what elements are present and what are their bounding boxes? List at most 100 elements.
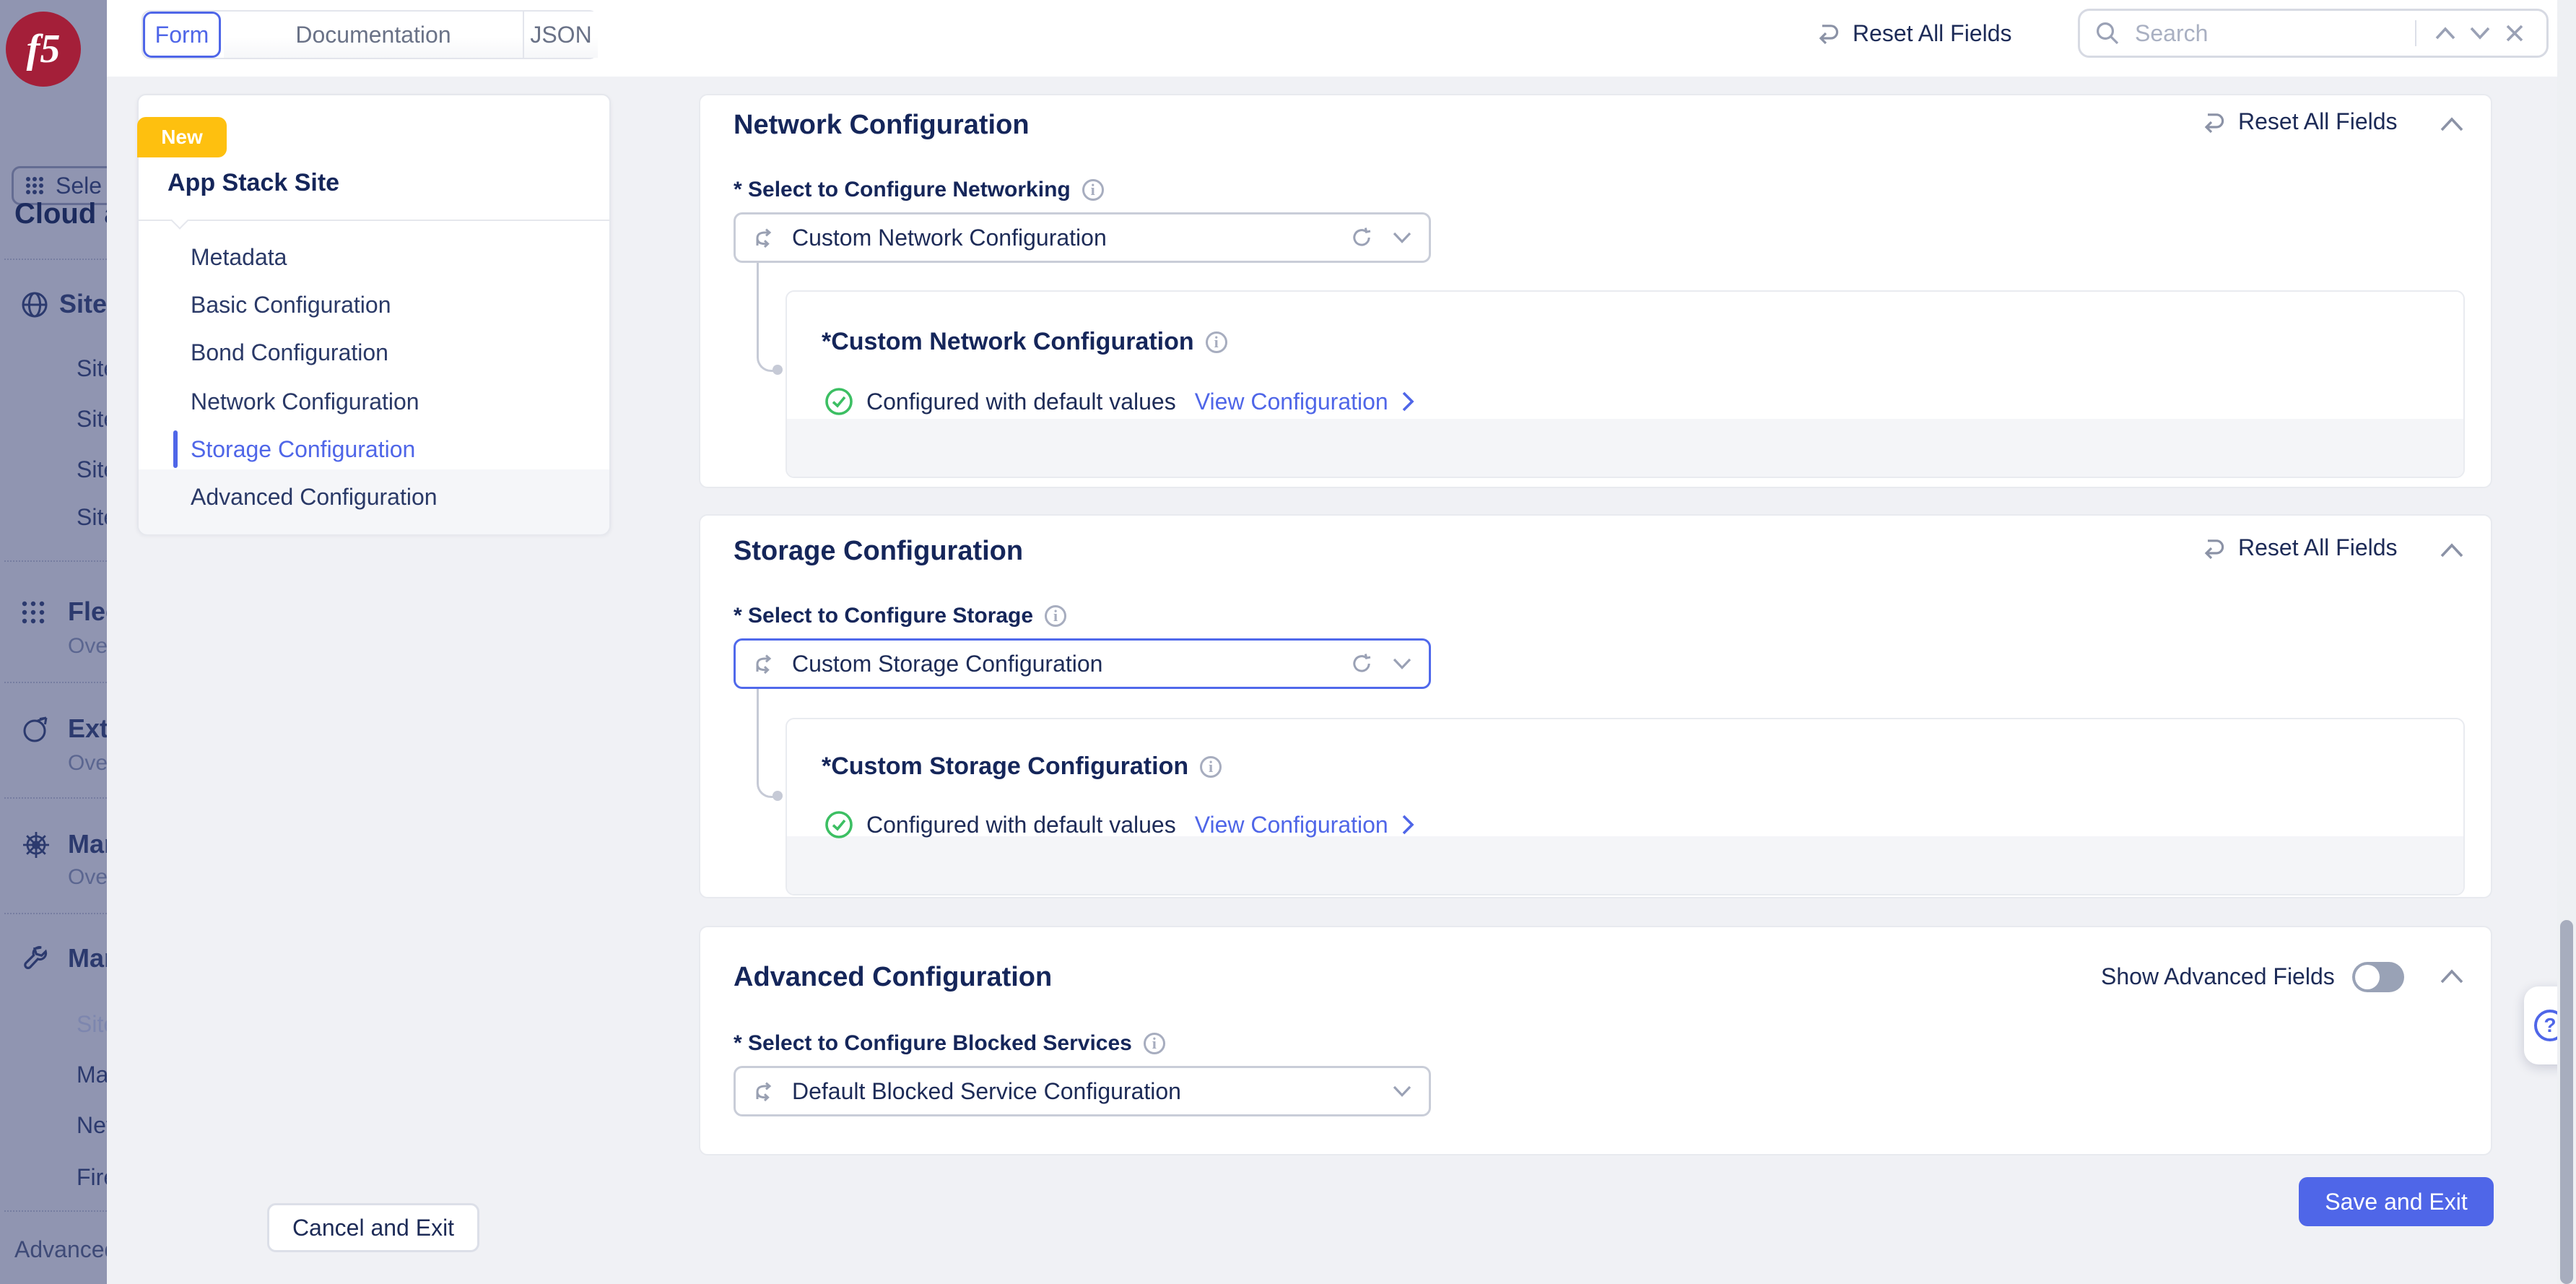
sidebar-item-site-i[interactable]: Site I [77, 1011, 107, 1038]
chevron-right-icon[interactable] [1401, 815, 1414, 835]
network-section-title: Network Configuration [734, 110, 1030, 141]
search-next-button[interactable] [2463, 16, 2497, 51]
save-and-exit-button[interactable]: Save and Exit [2299, 1177, 2494, 1226]
refresh-icon[interactable] [1351, 227, 1372, 248]
info-icon[interactable]: i [1045, 605, 1066, 627]
search-icon [2094, 20, 2120, 46]
tab-json[interactable]: JSON [523, 12, 598, 58]
divider [139, 220, 609, 221]
chevron-right-icon[interactable] [1401, 391, 1414, 412]
storage-reset-fields-button[interactable]: Reset All Fields [2201, 534, 2398, 561]
show-advanced-fields-toggle[interactable] [2352, 962, 2404, 992]
sidebar-item-external-overview[interactable]: Overv [68, 751, 107, 776]
undo-icon [1815, 22, 1841, 45]
storage-collapse-chevron-up-icon[interactable] [2440, 543, 2463, 558]
sidebar-section-external[interactable]: Exte [68, 713, 107, 744]
network-view-configuration-link[interactable]: View Configuration [1195, 389, 1388, 415]
info-icon[interactable]: i [1144, 1033, 1165, 1054]
network-status-row: Configured with default values View Conf… [824, 387, 1414, 416]
connector-dot [773, 365, 783, 375]
divider [4, 560, 107, 562]
sidebar-item-site-s[interactable]: Site S [77, 456, 107, 483]
storage-nested-title: *Custom Storage Configuration i [822, 752, 1222, 781]
network-status-text: Configured with default values [866, 389, 1176, 415]
divider [4, 913, 107, 914]
reset-all-fields-label: Reset All Fields [1853, 20, 2012, 47]
refresh-icon[interactable] [1351, 653, 1372, 674]
toggle-knob [2355, 965, 2380, 989]
form-nav-item-storage-configuration[interactable]: Storage Configuration [191, 432, 415, 467]
form-nav-item-bond-configuration[interactable]: Bond Configuration [191, 335, 388, 370]
sidebar-section-manage[interactable]: Man [68, 943, 107, 973]
sidebar-item-netw[interactable]: Netw [77, 1112, 107, 1139]
network-reset-fields-label: Reset All Fields [2238, 108, 2398, 135]
search-input[interactable] [2132, 19, 2403, 48]
connector-line [757, 263, 776, 372]
chevron-down-icon[interactable] [1393, 1085, 1411, 1097]
sidebar-item-site-list[interactable]: Site L [77, 406, 107, 433]
sidebar-section-managed-k8s[interactable]: Man [68, 829, 107, 859]
view-tabs: Form Documentation JSON [142, 10, 598, 59]
network-collapse-chevron-up-icon[interactable] [2440, 117, 2463, 131]
sidebar-item-fleets-overview[interactable]: Overv [68, 634, 107, 659]
form-nav-item-basic-configuration[interactable]: Basic Configuration [191, 287, 391, 322]
background-sidebar: f5 Sele Cloud a Sites Site M Si [0, 0, 107, 1284]
info-icon[interactable]: i [1200, 756, 1222, 778]
undo-icon [2201, 537, 2227, 560]
sidebar-item-managed-overview[interactable]: Overv [68, 865, 107, 890]
advanced-section-title: Advanced Configuration [734, 962, 1052, 993]
background-page-heading: Cloud a [14, 198, 107, 230]
sidebar-item-firew[interactable]: Firew [77, 1164, 107, 1191]
branch-icon [753, 225, 778, 250]
storage-selected-value: Custom Storage Configuration [792, 651, 1351, 677]
globe-icon [19, 289, 51, 321]
sidebar-section-fleets[interactable]: Flee [68, 597, 107, 627]
reset-all-fields-button[interactable]: Reset All Fields [1815, 16, 2012, 51]
form-nav-item-network-configuration[interactable]: Network Configuration [191, 384, 419, 419]
form-nav-item-metadata[interactable]: Metadata [191, 240, 287, 274]
advanced-field-label: * Select to Configure Blocked Services i [734, 1031, 1165, 1056]
nested-footer-bg [787, 419, 2463, 477]
storage-section-title: Storage Configuration [734, 536, 1023, 567]
sidebar-item-site-map[interactable]: Site M [77, 355, 107, 382]
search-prev-button[interactable] [2428, 16, 2463, 51]
form-search [2078, 9, 2549, 58]
sidebar-section-sites[interactable]: Sites [59, 289, 107, 319]
storage-status-text: Configured with default values [866, 812, 1176, 838]
divider [4, 1210, 107, 1212]
divider [4, 797, 107, 799]
nested-footer-bg [787, 836, 2463, 894]
network-nested-card: *Custom Network Configuration i Configur… [786, 290, 2465, 478]
undo-icon [2201, 110, 2227, 134]
search-close-button[interactable] [2497, 16, 2532, 51]
tab-documentation[interactable]: Documentation [224, 12, 523, 58]
sidebar-item-site-c[interactable]: Site C [77, 504, 107, 531]
storage-status-row: Configured with default values View Conf… [824, 810, 1414, 839]
network-reset-fields-button[interactable]: Reset All Fields [2201, 108, 2398, 135]
helm-icon [20, 829, 52, 861]
blocked-services-dropdown[interactable]: Default Blocked Service Configuration [734, 1066, 1431, 1116]
chevron-down-icon[interactable] [1393, 232, 1411, 243]
show-advanced-fields-label: Show Advanced Fields [2101, 963, 2335, 990]
divider [4, 259, 107, 260]
form-nav-panel: New App Stack Site Metadata Basic Config… [137, 94, 611, 534]
tab-form[interactable]: Form [143, 12, 221, 58]
cancel-and-exit-button[interactable]: Cancel and Exit [267, 1203, 479, 1252]
page-scrollbar-thumb[interactable] [2560, 920, 2573, 1284]
divider [2415, 20, 2416, 46]
storage-field-label: * Select to Configure Storage i [734, 604, 1066, 628]
sidebar-advanced-toggle[interactable]: Advanced [14, 1236, 107, 1263]
storage-select-dropdown[interactable]: Custom Storage Configuration [734, 638, 1431, 689]
app-stack-site-form-page: f5 Sele Cloud a Sites Site M Si [0, 0, 2576, 1284]
branch-icon [753, 1079, 778, 1103]
network-select-dropdown[interactable]: Custom Network Configuration [734, 212, 1431, 263]
storage-view-configuration-link[interactable]: View Configuration [1195, 812, 1388, 838]
sidebar-item-mana[interactable]: Mana [77, 1062, 107, 1088]
advanced-collapse-chevron-up-icon[interactable] [2440, 969, 2463, 984]
connector-dot [773, 791, 783, 801]
form-nav-item-advanced-configuration[interactable]: Advanced Configuration [191, 480, 438, 514]
info-icon[interactable]: i [1082, 179, 1104, 201]
info-icon[interactable]: i [1206, 331, 1227, 353]
chevron-down-icon[interactable] [1393, 658, 1411, 669]
network-selected-value: Custom Network Configuration [792, 225, 1351, 251]
